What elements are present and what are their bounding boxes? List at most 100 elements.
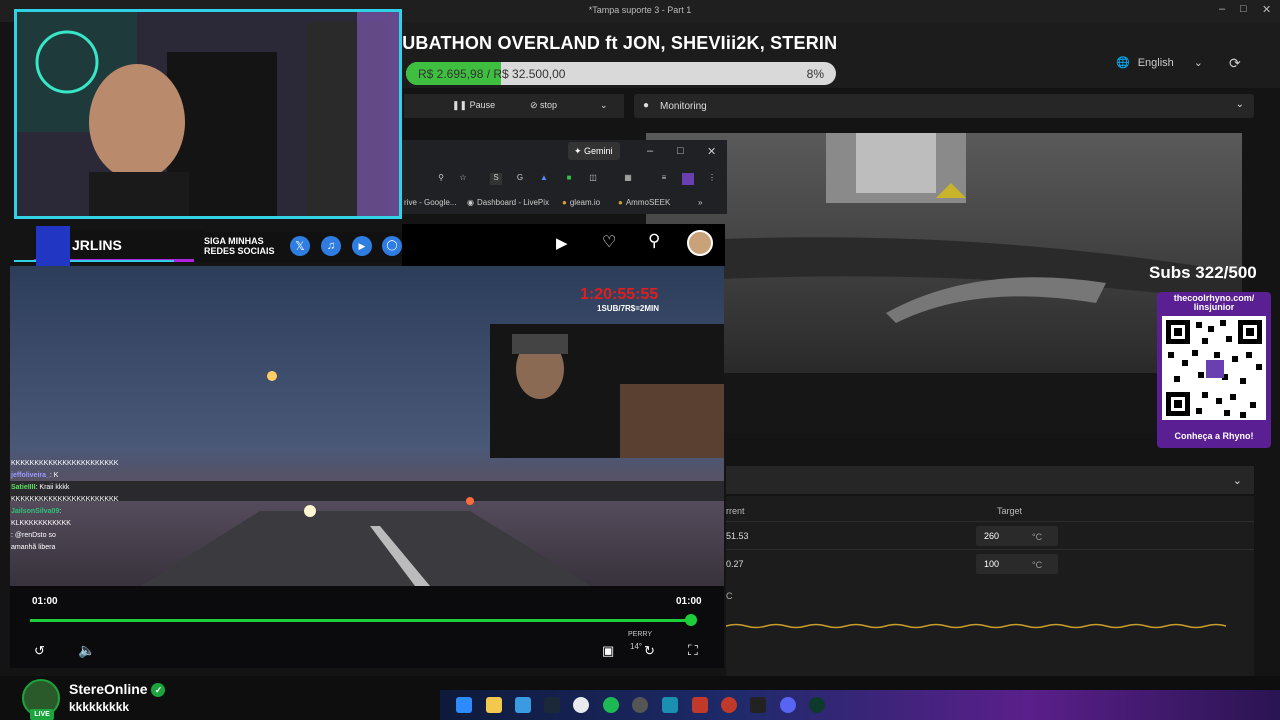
unit-label: °C: [1032, 532, 1043, 542]
search-icon[interactable]: ⚲: [648, 231, 660, 251]
target-temp-input[interactable]: 100: [976, 554, 1058, 574]
star-icon[interactable]: ☆: [457, 173, 469, 185]
chat-overlay: KKKKKKKKKKKKKKKKKKKKKKK jeffoliveira_: K…: [11, 458, 201, 554]
subathon-goal-bar: R$ 2.695,98 / R$ 32.500,00 8%: [406, 62, 836, 85]
minimize-icon[interactable]: –: [1219, 3, 1225, 15]
sponsor-url: thecoolrhyno.com/ linsjunior: [1173, 293, 1255, 312]
gleam-icon: ●: [562, 198, 567, 207]
folder-icon[interactable]: [486, 697, 502, 713]
fullscreen-icon[interactable]: ⛶: [688, 642, 698, 659]
close-icon[interactable]: ✕: [707, 145, 716, 158]
tiktok-icon: ♫: [321, 236, 341, 256]
subathon-title: SUBATHON OVERLAND ft JON, SHEVIii2K, STE…: [390, 33, 838, 53]
bookmark-item[interactable]: ● AmmoSEEK: [618, 198, 670, 207]
chevron-down-icon: ⌄: [1235, 99, 1244, 110]
chrome-icon[interactable]: [573, 697, 589, 713]
qr-code: [1162, 316, 1266, 420]
volume-icon[interactable]: 🔈: [78, 642, 95, 659]
terminal-icon[interactable]: [750, 697, 766, 713]
chat-message: jeffoliveira_: K: [11, 472, 59, 479]
monitoring-panel-header[interactable]: ● Monitoring ⌄: [634, 94, 1254, 118]
app-icon[interactable]: [692, 697, 708, 713]
weather-temp: 14°: [630, 642, 643, 651]
refresh-icon[interactable]: ⟳: [1229, 55, 1241, 72]
profile-icon[interactable]: [682, 173, 694, 185]
chart-axis-label: C: [726, 591, 733, 601]
social-banner: JRLINS SIGA MINHAS REDES SOCIAIS 𝕏 ♫ ▶ ◯: [14, 226, 404, 266]
weather-city: PERRY: [628, 631, 652, 638]
social-text: SIGA MINHAS REDES SOCIAIS: [204, 236, 275, 256]
reading-list-icon[interactable]: ≡: [658, 173, 670, 185]
mail-icon[interactable]: [515, 697, 531, 713]
target-temp-input[interactable]: 260: [976, 526, 1058, 546]
minimize-icon[interactable]: –: [647, 145, 653, 157]
chevron-down-icon: ⌄: [1193, 57, 1203, 69]
streamer-message: kkkkkkkkk: [69, 700, 130, 714]
stop-button[interactable]: ⊘ stop: [530, 100, 557, 111]
time-remaining: 01:00: [676, 596, 702, 607]
streamer-webcam: [14, 9, 402, 219]
sponsor-cta: Conheça a Rhyno!: [1174, 431, 1254, 441]
gemini-button[interactable]: ✦ Gemini: [568, 142, 620, 160]
miniplayer-icon[interactable]: ▣: [602, 643, 614, 659]
goal-amount: R$ 2.695,98 / R$ 32.500,00: [418, 67, 566, 81]
app-icon[interactable]: [721, 697, 737, 713]
extension-icon[interactable]: ■: [563, 173, 575, 185]
replay-icon[interactable]: ↺: [34, 643, 45, 659]
pause-button[interactable]: ❚❚ Pause: [452, 100, 495, 111]
job-controls: ❚❚ Pause ⊘ stop ⌄: [404, 94, 624, 118]
verified-icon: ✓: [151, 683, 166, 698]
extension-icon[interactable]: ▲: [538, 173, 550, 185]
chat-message: KLKKKKKKKKKKK: [11, 520, 71, 527]
language-label: English: [1137, 56, 1174, 69]
subs-counter: Subs 322/500: [1149, 263, 1257, 282]
discord-icon[interactable]: [780, 697, 796, 713]
timer-rule: 1SUB/7R$=2MIN: [597, 304, 660, 313]
app-icon[interactable]: [662, 697, 678, 713]
playlist-icon[interactable]: ▶: [556, 234, 568, 252]
bookmark-item[interactable]: ◉ Dashboard - LivePix: [467, 198, 549, 207]
steam-icon[interactable]: [544, 697, 560, 713]
chat-message: SatieIIII: Kraii kkkk: [11, 484, 70, 491]
tab-search-icon[interactable]: ▦: [622, 173, 634, 185]
zoom-icon[interactable]: ⚲: [435, 173, 447, 185]
forward-icon[interactable]: ↻: [644, 643, 655, 659]
language-select[interactable]: 🌐 English ⌄: [1116, 56, 1203, 70]
maximize-icon[interactable]: □: [1240, 3, 1247, 15]
bookmark-item[interactable]: ● gleam.io: [562, 198, 600, 207]
bookmark-item[interactable]: rive - Google...: [404, 198, 456, 207]
taskbar: [440, 690, 1280, 720]
video-header: ▶ ♡ ⚲: [402, 224, 725, 266]
column-target: Target: [997, 506, 1023, 516]
puzzle-icon[interactable]: ◫: [587, 173, 599, 185]
temperature-panel-header[interactable]: ⌄: [726, 466, 1254, 494]
chat-message: amanhã libera: [11, 544, 56, 551]
extension-icon[interactable]: S: [490, 173, 502, 185]
temperature-chart: [726, 623, 1227, 629]
more-bookmarks-icon[interactable]: »: [698, 198, 702, 207]
spotify-icon[interactable]: [603, 697, 619, 713]
chat-message: KKKKKKKKKKKKKKKKKKKKKKK: [11, 460, 119, 467]
chat-message: JailsonSilva09:: [11, 508, 62, 515]
maximize-icon[interactable]: □: [677, 145, 684, 157]
temperature-table: rrent Target 51.53 260 °C 0.27 100 °C C: [726, 496, 1254, 686]
table-row: 0.27 100 °C: [726, 549, 1254, 577]
ammoseek-icon: ●: [618, 198, 623, 207]
monitoring-title: Monitoring: [660, 101, 707, 112]
seek-bar[interactable]: [30, 619, 692, 622]
subathon-timer: 1:20:55:55: [580, 286, 659, 303]
goal-percent: 8%: [806, 67, 824, 81]
instagram-icon: ◯: [382, 236, 402, 256]
brand-name: JRLINS: [72, 237, 122, 253]
sponsor-card: thecoolrhyno.com/ linsjunior Conheça a R…: [1157, 292, 1271, 448]
chevron-down-icon[interactable]: ⌄: [600, 100, 608, 111]
avatar[interactable]: [687, 230, 713, 256]
app-icon[interactable]: [809, 697, 825, 713]
start-icon[interactable]: [456, 697, 472, 713]
heart-icon[interactable]: ♡: [602, 232, 616, 252]
google-icon[interactable]: G: [514, 173, 526, 185]
obs-icon[interactable]: [632, 697, 648, 713]
time-elapsed: 01:00: [32, 596, 58, 607]
close-icon[interactable]: ✕: [1262, 3, 1271, 16]
more-menu-icon[interactable]: ⋮: [706, 173, 718, 185]
